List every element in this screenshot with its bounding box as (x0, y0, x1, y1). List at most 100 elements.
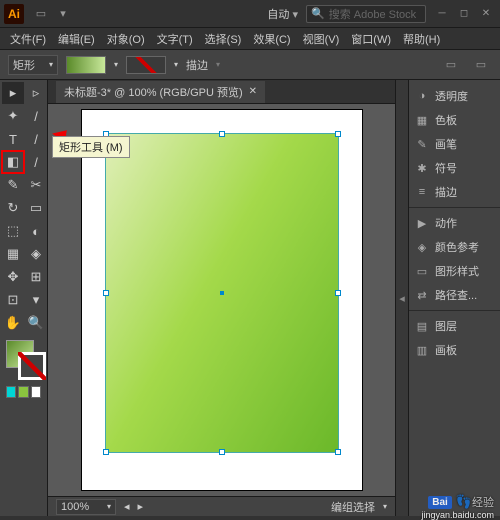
panel-画笔[interactable]: ✎画笔 (409, 132, 500, 156)
document-tab[interactable]: 未标题-3* @ 100% (RGB/GPU 预览) ✕ (56, 81, 265, 103)
fill-stroke-control[interactable] (2, 340, 45, 382)
panel-label: 图层 (435, 318, 457, 334)
panel-icon: ▭ (415, 264, 429, 278)
menu-window[interactable]: 窗口(W) (347, 29, 395, 49)
tool-16[interactable]: ✥ (2, 266, 24, 288)
nav-next-icon[interactable]: ▸ (138, 500, 144, 513)
panel-label: 色板 (435, 112, 457, 128)
handle-top-mid[interactable] (219, 131, 225, 137)
tool-21[interactable]: 🔍 (25, 312, 47, 334)
menu-type[interactable]: 文字(T) (153, 29, 197, 49)
panel-label: 符号 (435, 160, 457, 176)
artboard[interactable] (82, 110, 362, 490)
tool-6[interactable]: ◧ (2, 151, 24, 173)
tab-close-icon[interactable]: ✕ (249, 86, 257, 97)
stroke-color-icon[interactable] (18, 352, 46, 380)
right-panels: ◑透明度▦色板✎画笔✱符号≡描边▶动作◈颜色参考▭图形样式⇄路径查...▤图层▥… (408, 80, 500, 516)
panel-icon: ◑ (415, 89, 429, 103)
status-dropdown-icon[interactable]: ▾ (383, 502, 387, 511)
panel-icon: ◈ (415, 240, 429, 254)
panel-label: 画板 (435, 342, 457, 358)
close-button[interactable]: ✕ (476, 6, 496, 22)
panel-透明度[interactable]: ◑透明度 (409, 84, 500, 108)
stroke-dropdown-icon[interactable]: ▾ (174, 60, 178, 69)
stock-search-input[interactable]: 🔍 搜索 Adobe Stock (306, 5, 426, 23)
tool-13[interactable]: ◐ (25, 220, 47, 242)
menu-select[interactable]: 选择(S) (201, 29, 246, 49)
panel-符号[interactable]: ✱符号 (409, 156, 500, 180)
tool-4[interactable]: T (2, 128, 24, 150)
tool-0[interactable]: ▸ (2, 82, 24, 104)
status-bar: 100%▾ ◂ ▸ 编组选择 ▾ (48, 496, 395, 516)
mode-swatch[interactable] (18, 386, 28, 398)
tool-19[interactable]: ▾ (25, 289, 47, 311)
stroke-weight-dropdown[interactable]: ▾ (216, 60, 220, 69)
app-logo-icon: Ai (4, 4, 24, 24)
panel-色板[interactable]: ▦ 色板 (409, 108, 500, 132)
mode-swatch[interactable] (6, 386, 16, 398)
stroke-swatch[interactable] (126, 56, 166, 74)
panel-label: 画笔 (435, 136, 457, 152)
tool-7[interactable]: / (25, 151, 47, 173)
workspace-dropdown[interactable]: 自动 ▾ (267, 6, 298, 22)
fill-swatch[interactable] (66, 56, 106, 74)
zoom-dropdown[interactable]: 100%▾ (56, 499, 116, 515)
panel-icon: ▦ (415, 113, 429, 127)
handle-bot-mid[interactable] (219, 449, 225, 455)
handle-top-right[interactable] (335, 131, 341, 137)
nav-prev-icon[interactable]: ◂ (124, 500, 130, 513)
panel-dock2-icon[interactable]: ▭ (473, 57, 489, 73)
panel-画板[interactable]: ▥ 画板 (409, 338, 500, 362)
tool-3[interactable]: / (25, 105, 47, 127)
tool-17[interactable]: ⊞ (25, 266, 47, 288)
panel-图层[interactable]: ▤图层 (409, 314, 500, 338)
panel-label: 路径查... (435, 287, 477, 303)
panel-label: 颜色参考 (435, 239, 479, 255)
canvas[interactable] (48, 104, 395, 496)
handle-mid-left[interactable] (103, 290, 109, 296)
menu-file[interactable]: 文件(F) (6, 29, 50, 49)
menu-help[interactable]: 帮助(H) (399, 29, 444, 49)
panel-label: 动作 (435, 215, 457, 231)
handle-bot-left[interactable] (103, 449, 109, 455)
tool-18[interactable]: ⊡ (2, 289, 24, 311)
handle-bot-right[interactable] (335, 449, 341, 455)
bridge-icon[interactable]: ▭ (33, 6, 49, 22)
menu-view[interactable]: 视图(V) (299, 29, 344, 49)
arrange-icon[interactable]: ▾ (55, 6, 71, 22)
fill-dropdown-icon[interactable]: ▾ (114, 60, 118, 69)
tool-20[interactable]: ✋ (2, 312, 24, 334)
panel-颜色参考[interactable]: ◈ 颜色参考 (409, 235, 500, 259)
shape-type-dropdown[interactable]: 矩形▾ (8, 55, 58, 75)
tool-5[interactable]: / (25, 128, 47, 150)
minimize-button[interactable]: ─ (432, 6, 452, 22)
panel-dock-icon[interactable]: ▭ (443, 57, 459, 73)
tool-9[interactable]: ✂ (25, 174, 47, 196)
menu-object[interactable]: 对象(O) (103, 29, 149, 49)
panel-collapse-strip[interactable]: ◂ (395, 80, 408, 516)
handle-center[interactable] (220, 291, 224, 295)
tool-8[interactable]: ✎ (2, 174, 24, 196)
panel-描边[interactable]: ≡描边 (409, 180, 500, 204)
tool-2[interactable]: ✦ (2, 105, 24, 127)
menu-effect[interactable]: 效果(C) (249, 29, 294, 49)
tool-12[interactable]: ⬚ (2, 220, 24, 242)
tool-15[interactable]: ◈ (25, 243, 47, 265)
handle-mid-right[interactable] (335, 290, 341, 296)
selected-rectangle[interactable] (106, 134, 338, 452)
maximize-button[interactable]: ◻ (454, 6, 474, 22)
panel-动作[interactable]: ▶动作 (409, 211, 500, 235)
panel-icon: ▥ (415, 343, 429, 357)
panel-图形样式[interactable]: ▭图形样式 (409, 259, 500, 283)
watermark: Bai 👣经验 jingyan.baidu.com (428, 494, 494, 510)
panel-路径查...[interactable]: ⇄路径查... (409, 283, 500, 307)
tool-10[interactable]: ↻ (2, 197, 24, 219)
menubar: 文件(F) 编辑(E) 对象(O) 文字(T) 选择(S) 效果(C) 视图(V… (0, 28, 500, 50)
mode-swatch[interactable] (31, 386, 41, 398)
tool-14[interactable]: ▦ (2, 243, 24, 265)
tool-1[interactable]: ▹ (25, 82, 47, 104)
tool-11[interactable]: ▭ (25, 197, 47, 219)
options-bar: 矩形▾ ▾ ▾ 描边 ▾ ▭ ▭ (0, 50, 500, 80)
titlebar: Ai ▭ ▾ 自动 ▾ 🔍 搜索 Adobe Stock ─ ◻ ✕ (0, 0, 500, 28)
menu-edit[interactable]: 编辑(E) (54, 29, 99, 49)
